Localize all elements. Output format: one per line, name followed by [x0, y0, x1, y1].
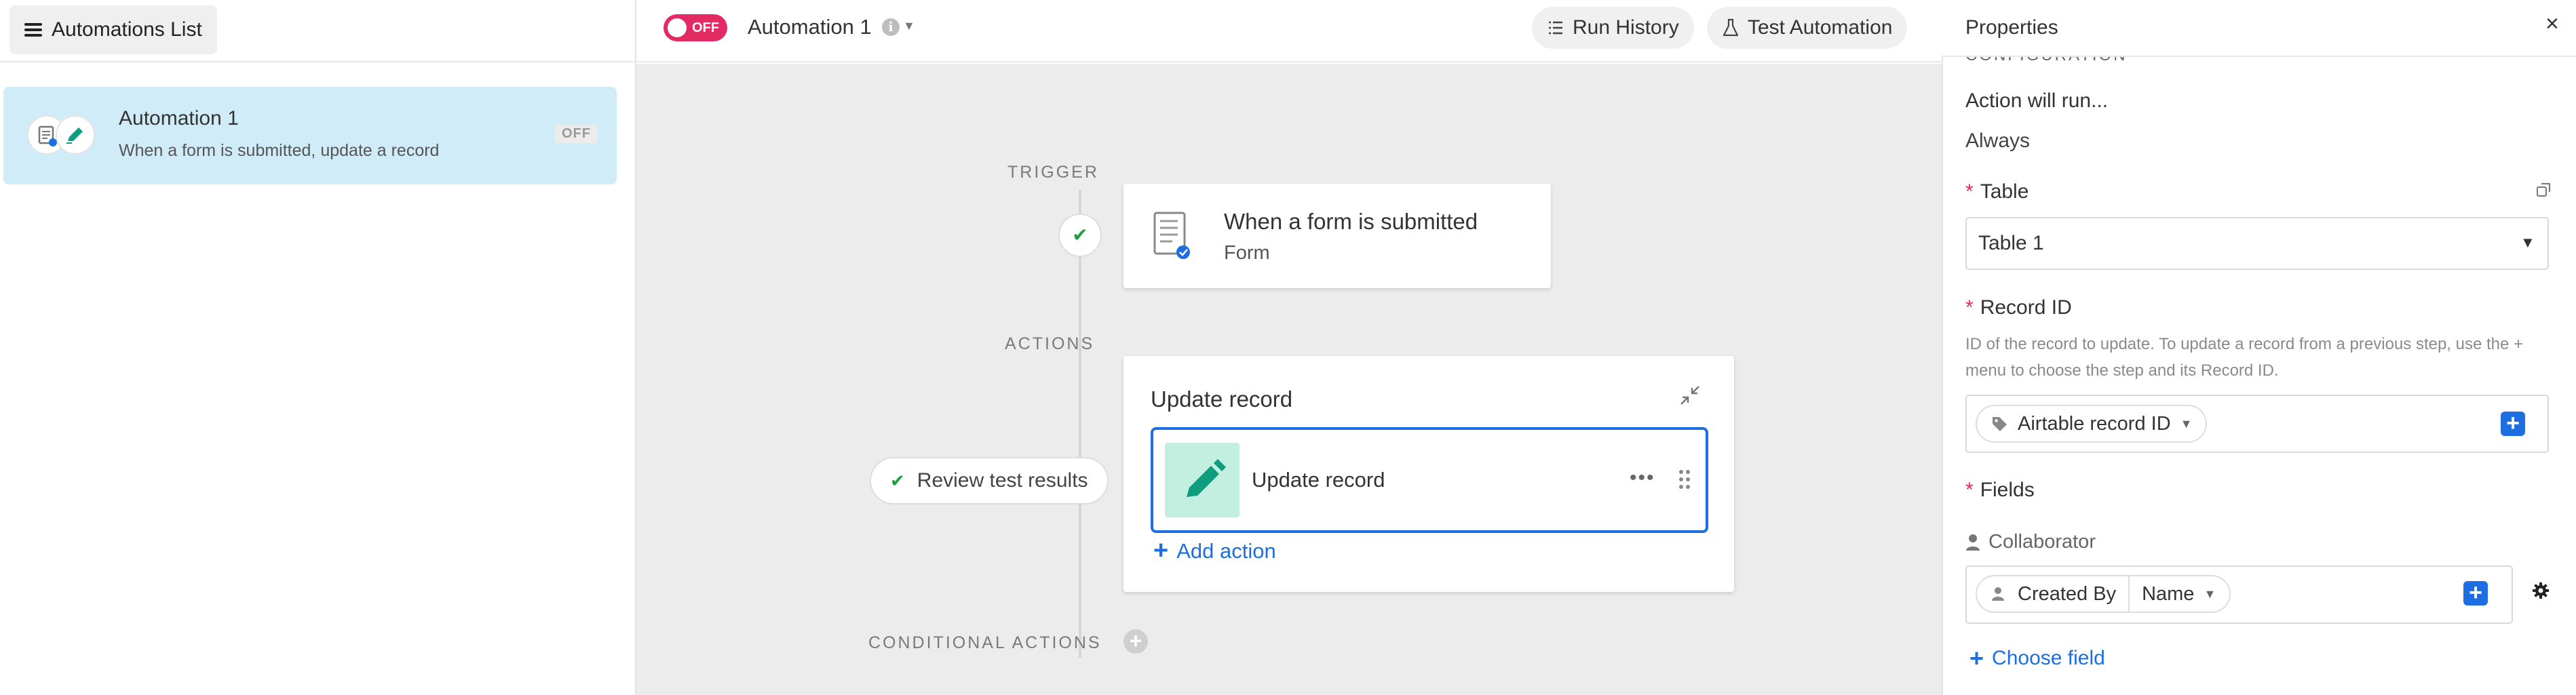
chevron-down-icon[interactable]: ▼ — [903, 19, 915, 33]
pencil-action-icon — [56, 115, 95, 155]
automation-item-description: When a form is submitted, update a recor… — [119, 141, 440, 160]
status-badge: OFF — [555, 125, 598, 143]
run-history-button[interactable]: Run History — [1532, 7, 1694, 49]
action-group-title: Update record — [1151, 386, 1293, 412]
automation-name[interactable]: Automation 1 — [748, 15, 872, 39]
info-icon[interactable]: i — [882, 18, 900, 36]
run-history-icon — [1549, 21, 1562, 35]
automation-toggle[interactable]: OFF — [664, 14, 727, 41]
automation-item-title: Automation 1 — [119, 107, 239, 130]
chevron-down-icon: ▼ — [2520, 234, 2535, 251]
gear-icon[interactable] — [2531, 581, 2550, 600]
flask-icon — [1723, 18, 1739, 37]
trigger-subtitle: Form — [1224, 242, 1270, 264]
table-select[interactable] — [1965, 217, 2549, 270]
automation-item-icons — [27, 115, 95, 156]
add-action-label: Add action — [1176, 538, 1276, 563]
flow-connector-line — [1079, 190, 1081, 658]
record-id-token[interactable]: Airtable record ID ▼ — [1976, 405, 2208, 443]
add-conditional-action-icon[interactable]: + — [1123, 629, 1148, 654]
hamburger-icon — [24, 23, 42, 37]
close-icon[interactable]: × — [2545, 11, 2559, 37]
action-run-label: Action will run... — [1965, 90, 2109, 112]
review-test-results-button[interactable]: ✔ Review test results — [870, 457, 1109, 504]
record-id-label: * Record ID — [1965, 296, 2072, 319]
step-label: Update record — [1252, 468, 1385, 492]
run-history-label: Run History — [1573, 16, 1679, 39]
automation-list-item[interactable] — [3, 87, 617, 184]
required-mark: * — [1965, 296, 1974, 319]
chevron-down-icon: ▼ — [2180, 416, 2193, 431]
drag-handle-icon[interactable] — [1677, 468, 1692, 491]
chevron-down-icon: ▼ — [2204, 587, 2216, 601]
test-automation-button[interactable]: Test Automation — [1707, 7, 1908, 49]
action-run-value[interactable]: Always — [1965, 130, 2030, 153]
trigger-check-icon: ✔ — [1058, 214, 1102, 257]
plus-icon: + — [1969, 644, 1984, 672]
required-mark: * — [1965, 180, 1974, 203]
actions-section-label: ACTIONS — [1005, 334, 1095, 353]
trigger-section-label: TRIGGER — [1007, 163, 1099, 182]
collapse-icon[interactable] — [1678, 384, 1702, 407]
insert-token-button[interactable]: + — [2463, 581, 2488, 605]
automations-list-button[interactable]: Automations List — [9, 5, 217, 54]
person-icon — [1966, 534, 1980, 551]
created-by-token[interactable]: Created By Name ▼ — [1976, 575, 2231, 613]
fields-label: * Fields — [1965, 479, 2035, 501]
more-options-icon[interactable]: ••• — [1630, 466, 1655, 490]
automations-list-label: Automations List — [52, 18, 202, 41]
properties-title: Properties — [1965, 16, 2058, 39]
table-field-label: * Table — [1965, 180, 2029, 203]
review-test-results-label: Review test results — [917, 469, 1088, 492]
toggle-knob — [668, 18, 687, 37]
created-by-label: Created By — [2018, 582, 2117, 605]
token-separator — [2128, 576, 2130, 612]
collaborator-field-label: Collaborator — [1965, 531, 2096, 553]
check-icon: ✔ — [890, 470, 905, 491]
form-icon — [1153, 209, 1191, 260]
tag-icon — [1993, 417, 2007, 431]
required-mark: * — [1965, 479, 1974, 501]
test-automation-label: Test Automation — [1748, 16, 1893, 39]
user-plus-icon — [1992, 587, 2004, 601]
toggle-label: OFF — [692, 20, 719, 35]
open-table-icon[interactable] — [2535, 182, 2552, 198]
record-id-help-text: ID of the record to update. To update a … — [1965, 335, 2524, 380]
insert-token-button[interactable]: + — [2501, 412, 2525, 436]
conditional-actions-section-label: CONDITIONAL ACTIONS — [868, 633, 1102, 652]
choose-field-label: Choose field — [1992, 647, 2105, 669]
pencil-icon — [1165, 443, 1239, 517]
name-sub-field[interactable]: Name — [2142, 583, 2194, 605]
record-id-token-label: Airtable record ID — [2018, 412, 2171, 435]
trigger-title: When a form is submitted — [1224, 209, 1478, 234]
add-action-button[interactable]: + Add action — [1153, 536, 1276, 565]
choose-field-button[interactable]: + Choose field — [1969, 644, 2105, 673]
plus-icon: + — [1153, 536, 1169, 565]
table-select-value: Table 1 — [1978, 232, 2044, 254]
